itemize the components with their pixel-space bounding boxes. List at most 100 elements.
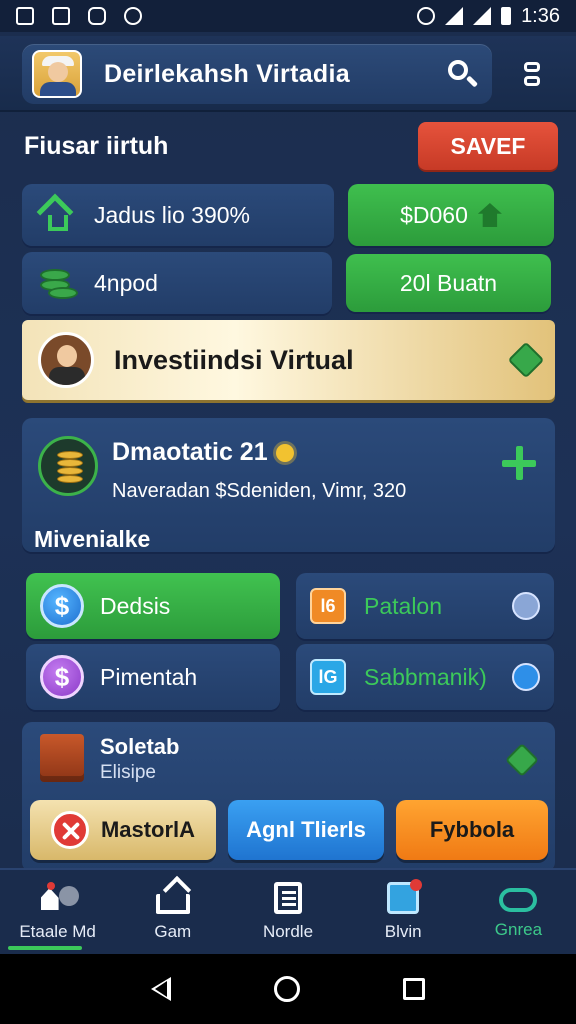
coins-icon [38,263,78,303]
image-notification-icon [16,7,34,25]
alarm-icon [417,7,436,25]
search-lens [448,60,468,80]
blue-tile-icon: lG [310,659,346,695]
dollar-coin-icon: $ [40,584,84,628]
more-menu-icon[interactable] [512,56,552,96]
house-icon [36,193,78,235]
arrow-circle-icon [512,592,540,620]
avatar-face [48,62,68,82]
home-people-icon [40,882,79,914]
chart-tile-icon: l6 [310,588,346,624]
list-line [282,891,296,894]
nav-item-gnrea[interactable]: Gnrea [461,870,576,954]
diamond-icon[interactable] [505,743,539,777]
save-button[interactable]: SAVEF [418,122,558,170]
gallery-notification-icon [52,7,70,25]
status-icons-right: 1:36 [417,5,560,28]
info-card: Dmaotatic 21 Naveradan $Sdeniden, Vimr, … [22,418,555,552]
list-icon [274,882,302,914]
home-icon [155,875,191,914]
pill-label: MastorlA [100,817,196,842]
nav-label: Blvin [384,922,422,941]
diamond-icon [507,341,545,379]
nav-label: Nordle [262,922,314,941]
submit-button[interactable]: lG Sabbmanik) [296,644,554,710]
stat-card-coins[interactable]: 4npod [22,252,332,314]
person-shape [58,886,79,906]
recent-apps-icon[interactable] [402,978,425,1000]
menu-dot-bottom [524,76,540,86]
info-subtitle: Mivenialke [34,526,151,552]
app-header: Deirlekahsh Virtadia [0,36,576,112]
battery-icon [501,7,512,25]
search-icon[interactable] [442,54,482,94]
deposit-button[interactable]: $ Dedsis [26,573,280,639]
coin-stack-3 [57,459,83,467]
close-x-icon [50,811,89,849]
home-circle-icon[interactable] [273,976,300,1002]
payment-button[interactable]: $ Pimentah [26,644,280,710]
menu-dot-top [524,62,540,72]
investment-banner[interactable]: Investiindsi Virtual [22,320,555,400]
nav-item-home[interactable]: Etaale Md [0,870,115,954]
brick-icon [40,734,84,782]
action-label: Patalon [364,592,443,619]
info-description: Naveradan $Sdeniden, Vimr, 320 [112,480,407,502]
patalon-button[interactable]: l6 Patalon [296,573,554,639]
pill-label: Fybbola [429,817,515,842]
status-time: 1:36 [521,4,560,27]
pill-label: Agnl Tlierls [246,817,366,842]
list-line [282,897,296,900]
nav-item-blvin[interactable]: Blvin [346,870,461,954]
add-plus-icon[interactable] [502,446,536,480]
info-title-text: Dmaotatic 21 [112,438,268,466]
section-title: Fiusar iirtuh [24,132,169,160]
action-label: Sabbmanik) [364,663,487,690]
home-badge [46,882,55,890]
stat-card-jadus[interactable]: Jadus lio 390% [22,184,334,246]
nav-label: Gnrea [494,920,543,939]
tag-icon [477,203,502,227]
app-title: Deirlekahsh Virtadia [104,59,350,88]
stat-label: 4npod [94,269,158,296]
mastorla-button[interactable]: MastorlA [30,800,216,860]
sun-icon [275,444,294,463]
stat-card-button[interactable]: 20l Buatn [346,254,551,312]
coin-stack-4 [57,451,83,459]
bottom-card-subtitle: Elisipe [100,762,156,783]
house-body [48,215,68,231]
status-bar: 1:36 [0,0,576,32]
notification-badge [410,879,423,891]
home-shape [40,888,59,910]
banner-avatar [38,332,94,388]
nav-item-nordle[interactable]: Nordle [230,870,345,954]
agnl-tlierls-button[interactable]: Agnl Tlierls [228,800,384,860]
nav-label: Gam [154,922,192,941]
info-title: Dmaotatic 21 [112,438,294,467]
banner-face [57,345,77,367]
nav-active-indicator [8,946,82,950]
stat-button-label: 20l Buatn [399,269,498,296]
bottom-nav: Etaale Md Gam Nordle Blvin Gnrea [0,868,576,954]
action-label: Pimentah [100,663,198,690]
banner-suit [49,367,85,385]
stat-label: Jadus lio 390% [94,201,250,228]
fybbola-button[interactable]: Fybbola [396,800,548,860]
search-handle [465,75,479,88]
nav-item-game[interactable]: Gam [115,870,230,954]
stat-card-amount[interactable]: $D060 [348,184,554,246]
system-nav-bar [0,954,576,1024]
coin-stack-1 [57,475,83,483]
wifi-icon [445,7,464,25]
profile-avatar[interactable] [32,50,82,98]
cloud-icon [499,888,538,912]
alert-notification-icon [124,7,142,25]
status-icons-left [16,7,142,25]
banner-title: Investiindsi Virtual [114,344,354,375]
coin-stack-icon [38,436,98,496]
screen-icon [387,879,423,914]
home-roof [162,875,191,905]
back-icon[interactable] [151,977,172,1001]
arrow-circle-icon [512,663,540,691]
dollar-purple-icon: $ [40,655,84,699]
